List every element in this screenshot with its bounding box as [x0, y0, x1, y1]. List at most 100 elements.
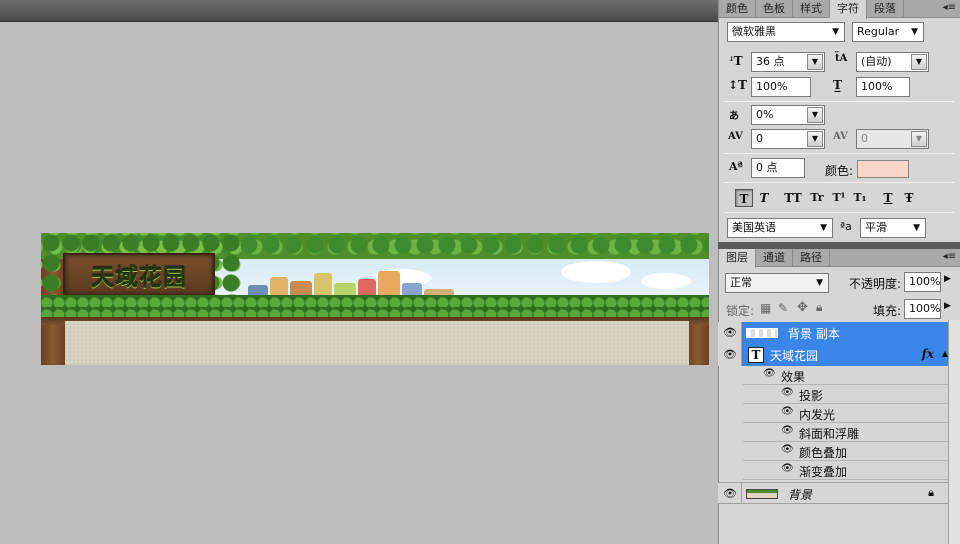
lock-icon: 🔒︎ — [928, 486, 934, 499]
effect-row[interactable]: 👁︎ 颜色叠加 — [743, 442, 948, 461]
chevron-down-icon[interactable]: ▼ — [807, 54, 823, 70]
tab-swatches[interactable]: 色板 — [756, 0, 793, 18]
vertical-scale-value: 100% — [756, 80, 788, 93]
eye-icon[interactable]: 👁︎ — [781, 406, 794, 417]
fill-field[interactable]: 100% — [904, 299, 941, 319]
tab-character[interactable]: 字符 — [830, 0, 867, 19]
divider — [724, 212, 954, 213]
chevron-down-icon[interactable]: ▼ — [807, 107, 823, 123]
opacity-slider-arrow-icon[interactable]: ▶ — [944, 274, 951, 284]
chevron-down-icon[interactable]: ▼ — [807, 131, 823, 147]
font-style-select[interactable]: Regular ▼ — [852, 22, 924, 42]
subscript-button[interactable]: T₁ — [851, 189, 869, 207]
layer-row[interactable]: 👁︎ 背景 副本 — [718, 322, 950, 344]
eye-icon[interactable]: 👁︎ — [763, 368, 776, 379]
eye-icon[interactable]: 👁︎ — [781, 387, 794, 398]
effects-header-row[interactable]: 👁︎ 效果 — [743, 366, 948, 385]
fill-value: 100% — [909, 302, 941, 315]
blend-mode-value: 正常 — [730, 276, 752, 289]
banner-title: 天域花园 — [91, 264, 187, 291]
lock-position-icon[interactable]: ✥ — [797, 300, 808, 315]
effect-row[interactable]: 👁︎ 斜面和浮雕 — [743, 423, 948, 442]
kerning-field[interactable]: 0 ▼ — [751, 129, 825, 149]
layers-scrollbar[interactable] — [948, 320, 960, 544]
tab-paragraph[interactable]: 段落 — [867, 0, 904, 18]
chevron-down-icon[interactable]: ▼ — [911, 131, 927, 147]
vertical-scale-field[interactable]: 100% — [751, 77, 811, 97]
effect-row[interactable]: 👁︎ 内发光 — [743, 404, 948, 423]
tracking-field[interactable]: 0 ▼ — [856, 129, 929, 149]
layers-panel-tabs: 图层 通道 路径 ◂≡ — [719, 249, 960, 268]
font-style-value: Regular — [857, 25, 900, 38]
faux-italic-button[interactable]: T — [755, 189, 773, 207]
tab-layers[interactable]: 图层 — [719, 249, 756, 268]
chevron-down-icon: ▼ — [911, 27, 918, 37]
antialias-value: 平滑 — [865, 221, 887, 234]
banner-image[interactable]: 天域花园 — [41, 233, 709, 365]
text-color-swatch[interactable] — [857, 160, 909, 178]
eye-icon[interactable]: 👁︎ — [781, 463, 794, 474]
eye-icon: 👁︎ — [723, 348, 737, 361]
layer-name[interactable]: 背景 副本 — [788, 325, 840, 342]
eye-icon: 👁︎ — [723, 326, 737, 339]
divider — [724, 101, 954, 102]
layer-row[interactable]: 👁︎ T 天域花园 fx ▲ — [718, 344, 950, 366]
chevron-down-icon: ▼ — [820, 223, 827, 233]
leading-value: (自动) — [861, 55, 892, 68]
eye-icon[interactable]: 👁︎ — [781, 444, 794, 455]
opacity-label: 不透明度: — [849, 277, 902, 291]
font-family-select[interactable]: 微软雅黑 ▼ — [727, 22, 845, 42]
panel-menu-icon[interactable]: ◂≡ — [943, 2, 956, 13]
eye-icon[interactable]: 👁︎ — [781, 425, 794, 436]
antialias-select[interactable]: 平滑 ▼ — [860, 218, 926, 238]
language-select[interactable]: 美国英语 ▼ — [727, 218, 833, 238]
opacity-value: 100% — [909, 275, 941, 288]
effect-row[interactable]: 👁︎ 投影 — [743, 385, 948, 404]
lock-label: 锁定: — [726, 304, 755, 318]
chevron-down-icon[interactable]: ▼ — [911, 54, 927, 70]
visibility-toggle[interactable]: 👁︎ — [718, 344, 742, 366]
tab-styles[interactable]: 样式 — [793, 0, 830, 18]
divider — [724, 153, 954, 154]
leading-icon: ẗA — [835, 53, 848, 64]
fill-slider-arrow-icon[interactable]: ▶ — [944, 301, 951, 311]
tab-paths[interactable]: 路径 — [793, 249, 830, 267]
tsume-value: 0% — [756, 108, 774, 121]
wooden-sign: 天域花园 — [63, 253, 215, 297]
tab-color[interactable]: 颜色 — [719, 0, 756, 18]
baseline-shift-field[interactable]: 0 点 — [751, 158, 805, 178]
tsume-field[interactable]: 0% ▼ — [751, 105, 825, 125]
horizontal-scale-field[interactable]: 100% — [856, 77, 910, 97]
tab-channels[interactable]: 通道 — [756, 249, 793, 267]
visibility-toggle[interactable]: 👁︎ — [718, 322, 742, 344]
tracking-icon: AV — [833, 131, 848, 142]
all-caps-button[interactable]: TT — [784, 189, 802, 207]
horizontal-scale-icon: T̲ — [833, 78, 842, 92]
panel-menu-icon[interactable]: ◂≡ — [943, 251, 956, 262]
language-value: 美国英语 — [732, 221, 776, 234]
layer-name[interactable]: 天域花园 — [770, 347, 818, 364]
fill-label: 填充: — [873, 304, 902, 318]
fx-icon[interactable]: fx — [922, 347, 934, 361]
canvas-area[interactable]: 天域花园 — [0, 22, 718, 544]
strikethrough-button[interactable]: Ŧ — [900, 189, 918, 207]
layer-row[interactable]: 👁︎ 背景 🔒︎ — [718, 482, 950, 504]
tsume-icon: あ — [729, 111, 739, 122]
lock-transparent-icon[interactable]: ▦ — [760, 301, 771, 315]
lock-image-icon[interactable]: ✎ — [778, 301, 788, 315]
superscript-button[interactable]: T¹ — [830, 189, 848, 207]
leading-field[interactable]: (自动) ▼ — [856, 52, 929, 72]
font-size-field[interactable]: 36 点 ▼ — [751, 52, 825, 72]
visibility-toggle[interactable]: 👁︎ — [718, 483, 742, 503]
small-caps-button[interactable]: Tr — [808, 189, 826, 207]
cloud — [641, 273, 691, 289]
blend-mode-select[interactable]: 正常 ▼ — [725, 273, 829, 293]
underline-button[interactable]: T — [879, 189, 897, 207]
faux-bold-button[interactable]: T — [735, 189, 753, 207]
char-panel-tabs: 颜色 色板 样式 字符 段落 ◂≡ — [719, 0, 960, 19]
lock-all-icon[interactable]: 🔒︎ — [816, 300, 822, 315]
layer-name[interactable]: 背景 — [788, 486, 812, 503]
divider — [724, 182, 954, 183]
effect-row[interactable]: 👁︎ 渐变叠加 — [743, 461, 948, 480]
opacity-field[interactable]: 100% — [904, 272, 941, 292]
